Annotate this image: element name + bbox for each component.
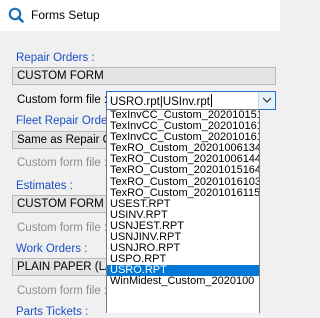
work-orders-file-label: Custom form file : [17,285,108,297]
dropdown-item[interactable]: TexRO_Custom_20201006134 [107,143,259,154]
dropdown-item[interactable]: TexRO_Custom_20201006144 [107,154,259,165]
repair-orders-label: Repair Orders : [16,52,95,64]
estimates-form-field[interactable]: CUSTOM FORM [12,195,110,213]
parts-tickets-label: Parts Tickets : [16,306,89,318]
dropdown-item[interactable]: USRO.RPT [107,265,259,277]
dropdown-item[interactable]: USNJRO.RPT [107,243,259,254]
fleet-repair-orders-label: Fleet Repair Orders [16,115,117,127]
dropdown-item[interactable]: USPO.RPT [107,254,259,265]
combo-value[interactable]: USRO.rpt|USInv.rpt [110,94,212,108]
dropdown-item[interactable]: TexRO_Custom_20201016103 [107,177,259,188]
work-orders-label: Work Orders : [16,243,88,255]
app-icon [8,7,24,23]
combo-dropdown-button[interactable] [258,92,275,109]
custom-form-file-dropdown-list[interactable]: TexInvCC_Custom_2020101510 TexInvCC_Custo… [106,109,260,313]
dropdown-item[interactable]: USNJEST.RPT [107,221,259,232]
dropdown-item[interactable]: TexInvCC_Custom_2020101611 [107,132,259,143]
dropdown-item[interactable]: TexRO_Custom_20201016115 [107,188,259,199]
fleet-repair-orders-form-field[interactable]: Same as Repair Or [12,131,110,149]
dropdown-item[interactable]: USINV.RPT [107,210,259,221]
fleet-repair-orders-file-label: Custom form file : [17,157,108,169]
title-bar: Forms Setup [0,0,280,31]
dropdown-item[interactable]: TexInvCC_Custom_2020101610 [107,121,259,132]
repair-orders-file-label: Custom form file : [17,94,108,106]
dropdown-item[interactable]: USNJINV.RPT [107,232,259,243]
custom-form-file-combo[interactable]: USRO.rpt|USInv.rpt [106,91,276,110]
chevron-down-icon [262,97,272,103]
repair-orders-form-field[interactable]: CUSTOM FORM [12,67,276,85]
estimates-file-label: Custom form file : [17,222,108,234]
dropdown-item[interactable]: USEST.RPT [107,199,259,210]
work-orders-form-field[interactable]: PLAIN PAPER (LA [12,258,110,276]
window-title: Forms Setup [31,8,100,22]
estimates-label: Estimates : [16,180,73,192]
dropdown-item[interactable]: TexRO_Custom_20201015164 [107,165,259,176]
dropdown-item[interactable]: WinMidest_Custom_2020100 [107,276,259,287]
dropdown-item[interactable]: TexInvCC_Custom_2020101510 [107,110,259,121]
